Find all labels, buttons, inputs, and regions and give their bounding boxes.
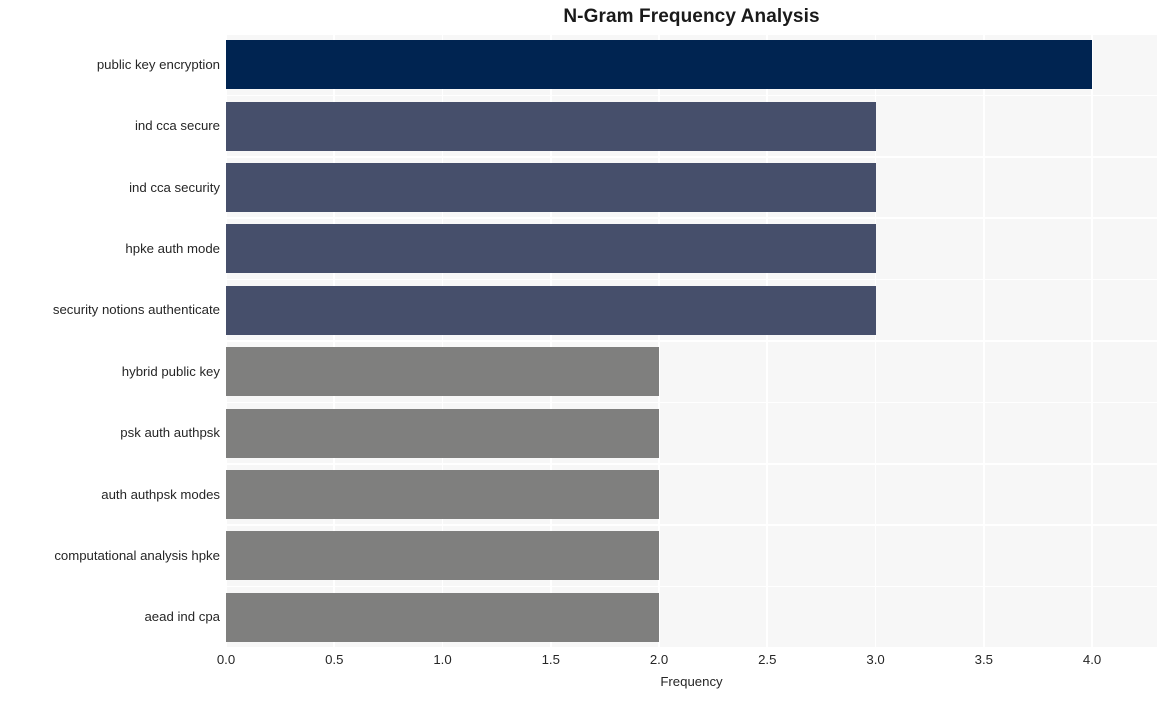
y-axis-tick-label: hybrid public key: [121, 363, 220, 379]
y-axis-tick-label: ind cca security: [129, 179, 220, 195]
gridline-horizontal: [226, 647, 1157, 648]
gridline-horizontal: [226, 340, 1157, 342]
x-axis-tick-label: 3.0: [866, 652, 885, 667]
gridline-horizontal: [226, 34, 1157, 35]
x-axis-tick-label: 2.5: [758, 652, 777, 667]
y-axis-tick-label: computational analysis hpke: [54, 547, 220, 563]
x-axis-tick-label: 2.0: [649, 652, 669, 667]
bar: [226, 347, 660, 397]
bar: [226, 285, 876, 335]
x-axis-tick-label: 1.0: [433, 652, 452, 667]
bar: [226, 101, 876, 151]
bar: [226, 40, 1093, 90]
y-axis-tick-label: security notions authenticate: [52, 302, 220, 318]
x-axis-tick-label: 1.5: [541, 652, 560, 667]
gridline-horizontal: [226, 463, 1157, 465]
chart-figure: N-Gram Frequency Analysis public key enc…: [0, 0, 1165, 701]
plot-area: [226, 34, 1157, 648]
bar: [226, 470, 660, 519]
bar: [226, 531, 660, 581]
x-axis-tick-label: 0.5: [325, 652, 344, 667]
y-axis-tick-label: aead ind cpa: [144, 609, 220, 625]
y-axis-tick-label: hpke auth mode: [125, 240, 220, 256]
x-axis-tick-label: 3.5: [974, 652, 993, 667]
y-axis-tick-label: public key encryption: [96, 56, 220, 72]
gridline-horizontal: [226, 401, 1157, 404]
bar: [226, 224, 876, 274]
y-axis-tick-label: ind cca secure: [134, 118, 220, 134]
gridline-horizontal: [226, 156, 1157, 158]
gridline-horizontal: [226, 524, 1157, 526]
y-axis-tick-label: auth authpsk modes: [101, 486, 220, 502]
page-title: N-Gram Frequency Analysis: [563, 6, 820, 27]
gridline-horizontal: [226, 585, 1157, 588]
gridline-horizontal: [226, 94, 1157, 97]
y-axis-tick-label: psk auth authpsk: [120, 425, 220, 441]
gridline-horizontal: [226, 217, 1157, 219]
gridline-horizontal: [226, 278, 1157, 281]
bar: [226, 408, 660, 458]
x-axis-title: Frequency: [660, 674, 723, 689]
bar: [226, 163, 876, 212]
x-axis-tick-label: 0.0: [216, 652, 236, 667]
x-axis-tick-label: 4.0: [1082, 652, 1102, 667]
bar: [226, 592, 660, 642]
